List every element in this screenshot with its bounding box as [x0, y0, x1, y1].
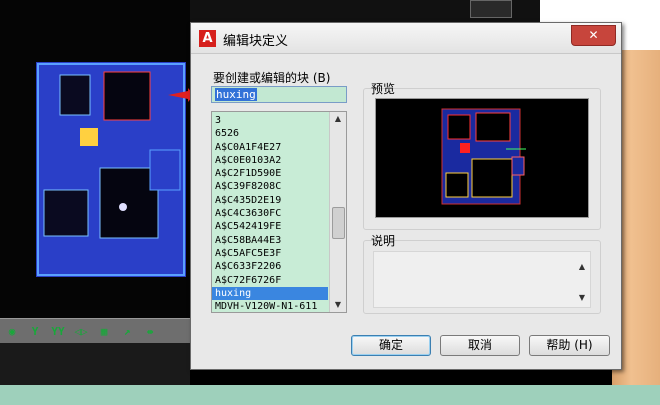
scroll-up-icon[interactable]: ▲	[330, 112, 346, 126]
preview-image	[375, 98, 589, 218]
block-list-scrollbar[interactable]: ▲ ▼	[329, 112, 346, 312]
list-item[interactable]: A$C633F2206	[212, 260, 328, 273]
cancel-button[interactable]: 取消	[440, 335, 520, 356]
list-item[interactable]: 3	[212, 114, 328, 127]
pin-icon[interactable]: ↗	[117, 322, 137, 340]
block-name-label: 要创建或编辑的块 (B)	[213, 71, 331, 85]
description-scrollbar[interactable]: ▲ ▼	[574, 252, 590, 307]
ok-button[interactable]: 确定	[351, 335, 431, 356]
cad-toolbar: ◉ Y YY ◁▷ ▦ ↗ ⇹	[0, 318, 192, 343]
list-item[interactable]: 6526	[212, 127, 328, 140]
scroll-down-icon[interactable]: ▼	[330, 298, 346, 312]
mirror-icon[interactable]: ◁▷	[71, 322, 91, 340]
dialog-titlebar[interactable]: A 编辑块定义 ✕	[191, 23, 621, 54]
scroll-down-icon[interactable]: ▼	[574, 291, 590, 305]
list-item[interactable]: A$C542419FE	[212, 220, 328, 233]
list-item[interactable]: A$C5AFC5E3F	[212, 247, 328, 260]
list-item[interactable]: MDVH-V120W-N1-611	[212, 300, 328, 312]
list-item[interactable]: A$C435D2E19	[212, 194, 328, 207]
list-item[interactable]: A$C2F1D590E	[212, 167, 328, 180]
dialog-title: 编辑块定义	[223, 34, 289, 49]
yy-icon[interactable]: YY	[48, 322, 68, 340]
block-name-input[interactable]: huxing	[211, 86, 347, 103]
list-item[interactable]: A$C4C3630FC	[212, 207, 328, 220]
preview-label: 预览	[371, 82, 396, 96]
list-item[interactable]: A$C39F8208C	[212, 180, 328, 193]
block-name-value: huxing	[215, 88, 257, 101]
floor-plan-drawing	[36, 62, 186, 277]
list-item[interactable]: A$C58BA44E3	[212, 234, 328, 247]
list-item[interactable]: A$C72F6726F	[212, 274, 328, 287]
block-list-items: 3 6526 A$C0A1F4E27 A$C0E0103A2 A$C2F1D590E A$…	[212, 114, 328, 312]
list-item[interactable]: A$C0E0103A2	[212, 154, 328, 167]
taskbar-strip	[0, 385, 660, 405]
cad-drawing-canvas[interactable]	[0, 0, 190, 318]
list-item[interactable]: A$C0A1F4E27	[212, 141, 328, 154]
measure-icon[interactable]: ⇹	[140, 322, 160, 340]
description-label: 说明	[371, 234, 396, 248]
scroll-thumb[interactable]	[332, 207, 345, 239]
close-button[interactable]: ✕	[571, 25, 616, 46]
grid-icon[interactable]: ▦	[94, 322, 114, 340]
preview-floor-plan	[441, 108, 526, 205]
scroll-up-icon[interactable]: ▲	[574, 260, 590, 274]
help-button[interactable]: 帮助 (H)	[529, 335, 610, 356]
snap-icon[interactable]: ◉	[2, 322, 22, 340]
cad-view-cube[interactable]	[470, 0, 512, 18]
block-list[interactable]: 3 6526 A$C0A1F4E27 A$C0E0103A2 A$C2F1D590E A$…	[211, 111, 347, 313]
y-icon[interactable]: Y	[25, 322, 45, 340]
edit-block-definition-dialog: A 编辑块定义 ✕ 要创建或编辑的块 (B) huxing 3 6526 A$C0A…	[190, 22, 622, 370]
list-item[interactable]: huxing	[212, 286, 328, 301]
autocad-app-icon: A	[199, 30, 216, 47]
description-textarea[interactable]: ▲ ▼	[373, 251, 591, 308]
